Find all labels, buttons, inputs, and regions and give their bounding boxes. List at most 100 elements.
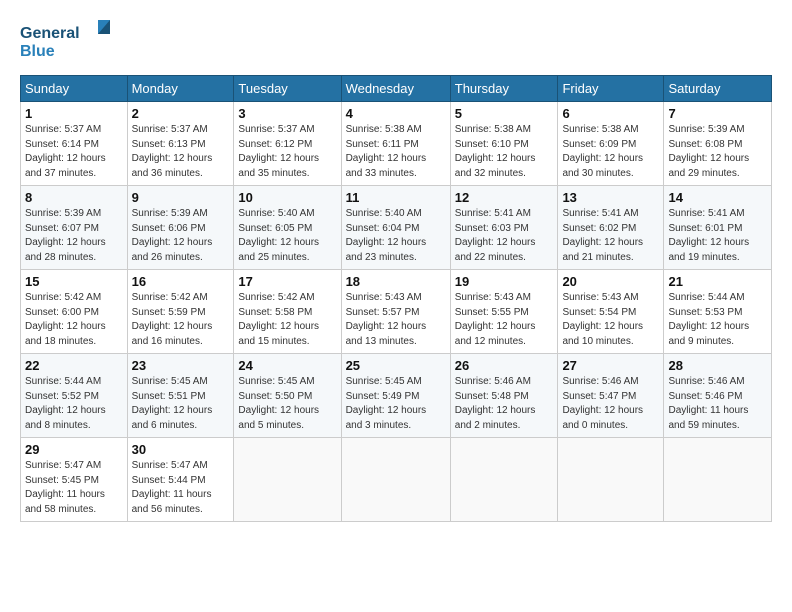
day-info: Sunrise: 5:45 AM Sunset: 5:49 PM Dayligh… xyxy=(346,375,446,433)
day-number: 22 xyxy=(25,358,123,373)
weekday-header-saturday: Saturday xyxy=(664,76,772,102)
day-info: Sunrise: 5:39 AM Sunset: 6:07 PM Dayligh… xyxy=(25,207,123,265)
calendar-cell: 4 Sunrise: 5:38 AM Sunset: 6:11 PM Daylig… xyxy=(341,102,450,186)
calendar-cell: 8Sunrise: 5:39 AM Sunset: 6:07 PM Daylig… xyxy=(21,186,128,270)
day-info: Sunrise: 5:46 AM Sunset: 5:46 PM Dayligh… xyxy=(668,375,767,433)
calendar-cell: 19 Sunrise: 5:43 AM Sunset: 5:55 PM Dayli… xyxy=(450,270,558,354)
day-info: Sunrise: 5:40 AM Sunset: 6:05 PM Dayligh… xyxy=(238,207,336,265)
day-info: Sunrise: 5:38 AM Sunset: 6:11 PM Dayligh… xyxy=(346,123,446,181)
day-number: 5 xyxy=(455,106,554,121)
calendar-cell xyxy=(450,438,558,522)
calendar-cell: 10 Sunrise: 5:40 AM Sunset: 6:05 PM Dayli… xyxy=(234,186,341,270)
day-info: Sunrise: 5:43 AM Sunset: 5:54 PM Dayligh… xyxy=(562,291,659,349)
svg-text:Blue: Blue xyxy=(20,43,55,60)
day-info: Sunrise: 5:39 AM Sunset: 6:06 PM Dayligh… xyxy=(132,207,230,265)
day-number: 15 xyxy=(25,274,123,289)
calendar-cell: 5 Sunrise: 5:38 AM Sunset: 6:10 PM Daylig… xyxy=(450,102,558,186)
calendar-cell: 23 Sunrise: 5:45 AM Sunset: 5:51 PM Dayli… xyxy=(127,354,234,438)
day-info: Sunrise: 5:45 AM Sunset: 5:51 PM Dayligh… xyxy=(132,375,230,433)
day-info: Sunrise: 5:41 AM Sunset: 6:01 PM Dayligh… xyxy=(668,207,767,265)
day-number: 14 xyxy=(668,190,767,205)
calendar-cell: 1 Sunrise: 5:37 AM Sunset: 6:14 PM Daylig… xyxy=(21,102,128,186)
calendar-table: SundayMondayTuesdayWednesdayThursdayFrid… xyxy=(20,75,772,522)
calendar-cell: 15Sunrise: 5:42 AM Sunset: 6:00 PM Dayli… xyxy=(21,270,128,354)
calendar-cell xyxy=(234,438,341,522)
calendar-cell: 9 Sunrise: 5:39 AM Sunset: 6:06 PM Daylig… xyxy=(127,186,234,270)
calendar-cell: 21Sunrise: 5:44 AM Sunset: 5:53 PM Dayli… xyxy=(664,270,772,354)
day-number: 16 xyxy=(132,274,230,289)
day-info: Sunrise: 5:37 AM Sunset: 6:12 PM Dayligh… xyxy=(238,123,336,181)
day-number: 23 xyxy=(132,358,230,373)
day-number: 2 xyxy=(132,106,230,121)
calendar-cell: 11 Sunrise: 5:40 AM Sunset: 6:04 PM Dayli… xyxy=(341,186,450,270)
day-number: 10 xyxy=(238,190,336,205)
calendar-cell: 24 Sunrise: 5:45 AM Sunset: 5:50 PM Dayli… xyxy=(234,354,341,438)
day-info: Sunrise: 5:42 AM Sunset: 5:59 PM Dayligh… xyxy=(132,291,230,349)
calendar-cell: 12 Sunrise: 5:41 AM Sunset: 6:03 PM Dayli… xyxy=(450,186,558,270)
weekday-header-friday: Friday xyxy=(558,76,664,102)
calendar-cell: 17Sunrise: 5:42 AM Sunset: 5:58 PM Dayli… xyxy=(234,270,341,354)
day-info: Sunrise: 5:39 AM Sunset: 6:08 PM Dayligh… xyxy=(668,123,767,181)
day-number: 21 xyxy=(668,274,767,289)
day-number: 30 xyxy=(132,442,230,457)
calendar-cell xyxy=(341,438,450,522)
day-info: Sunrise: 5:37 AM Sunset: 6:14 PM Dayligh… xyxy=(25,123,123,181)
day-number: 4 xyxy=(346,106,446,121)
logo: General Blue xyxy=(20,18,110,63)
calendar-cell: 2 Sunrise: 5:37 AM Sunset: 6:13 PM Daylig… xyxy=(127,102,234,186)
day-info: Sunrise: 5:43 AM Sunset: 5:55 PM Dayligh… xyxy=(455,291,554,349)
day-number: 29 xyxy=(25,442,123,457)
weekday-header-thursday: Thursday xyxy=(450,76,558,102)
weekday-header-wednesday: Wednesday xyxy=(341,76,450,102)
day-number: 12 xyxy=(455,190,554,205)
day-number: 7 xyxy=(668,106,767,121)
day-number: 11 xyxy=(346,190,446,205)
day-info: Sunrise: 5:38 AM Sunset: 6:10 PM Dayligh… xyxy=(455,123,554,181)
day-number: 28 xyxy=(668,358,767,373)
weekday-header-tuesday: Tuesday xyxy=(234,76,341,102)
day-info: Sunrise: 5:46 AM Sunset: 5:48 PM Dayligh… xyxy=(455,375,554,433)
day-info: Sunrise: 5:40 AM Sunset: 6:04 PM Dayligh… xyxy=(346,207,446,265)
calendar-cell: 27 Sunrise: 5:46 AM Sunset: 5:47 PM Dayli… xyxy=(558,354,664,438)
calendar-cell xyxy=(664,438,772,522)
page-header: General Blue xyxy=(20,18,772,63)
day-info: Sunrise: 5:38 AM Sunset: 6:09 PM Dayligh… xyxy=(562,123,659,181)
day-info: Sunrise: 5:45 AM Sunset: 5:50 PM Dayligh… xyxy=(238,375,336,433)
calendar-cell: 26Sunrise: 5:46 AM Sunset: 5:48 PM Dayli… xyxy=(450,354,558,438)
day-info: Sunrise: 5:41 AM Sunset: 6:03 PM Dayligh… xyxy=(455,207,554,265)
calendar-cell: 20 Sunrise: 5:43 AM Sunset: 5:54 PM Dayli… xyxy=(558,270,664,354)
calendar-cell: 13 Sunrise: 5:41 AM Sunset: 6:02 PM Dayli… xyxy=(558,186,664,270)
day-info: Sunrise: 5:41 AM Sunset: 6:02 PM Dayligh… xyxy=(562,207,659,265)
day-info: Sunrise: 5:46 AM Sunset: 5:47 PM Dayligh… xyxy=(562,375,659,433)
weekday-header-sunday: Sunday xyxy=(21,76,128,102)
day-number: 18 xyxy=(346,274,446,289)
day-number: 27 xyxy=(562,358,659,373)
day-info: Sunrise: 5:47 AM Sunset: 5:45 PM Dayligh… xyxy=(25,459,123,517)
day-number: 24 xyxy=(238,358,336,373)
day-info: Sunrise: 5:37 AM Sunset: 6:13 PM Dayligh… xyxy=(132,123,230,181)
day-number: 6 xyxy=(562,106,659,121)
calendar-cell: 7 Sunrise: 5:39 AM Sunset: 6:08 PM Daylig… xyxy=(664,102,772,186)
calendar-cell: 6 Sunrise: 5:38 AM Sunset: 6:09 PM Daylig… xyxy=(558,102,664,186)
logo-svg: General Blue xyxy=(20,18,110,63)
calendar-cell: 16 Sunrise: 5:42 AM Sunset: 5:59 PM Dayli… xyxy=(127,270,234,354)
day-number: 19 xyxy=(455,274,554,289)
day-number: 9 xyxy=(132,190,230,205)
calendar-cell: 14 Sunrise: 5:41 AM Sunset: 6:01 PM Dayli… xyxy=(664,186,772,270)
calendar-cell: 25 Sunrise: 5:45 AM Sunset: 5:49 PM Dayli… xyxy=(341,354,450,438)
calendar-cell: 30 Sunrise: 5:47 AM Sunset: 5:44 PM Dayli… xyxy=(127,438,234,522)
calendar-cell: 22 Sunrise: 5:44 AM Sunset: 5:52 PM Dayli… xyxy=(21,354,128,438)
day-info: Sunrise: 5:43 AM Sunset: 5:57 PM Dayligh… xyxy=(346,291,446,349)
day-number: 20 xyxy=(562,274,659,289)
calendar-cell: 28 Sunrise: 5:46 AM Sunset: 5:46 PM Dayli… xyxy=(664,354,772,438)
day-number: 25 xyxy=(346,358,446,373)
calendar-cell: 29 Sunrise: 5:47 AM Sunset: 5:45 PM Dayli… xyxy=(21,438,128,522)
calendar-cell: 18 Sunrise: 5:43 AM Sunset: 5:57 PM Dayli… xyxy=(341,270,450,354)
svg-text:General: General xyxy=(20,25,80,42)
calendar-cell xyxy=(558,438,664,522)
day-number: 1 xyxy=(25,106,123,121)
day-info: Sunrise: 5:44 AM Sunset: 5:52 PM Dayligh… xyxy=(25,375,123,433)
day-info: Sunrise: 5:47 AM Sunset: 5:44 PM Dayligh… xyxy=(132,459,230,517)
day-number: 17 xyxy=(238,274,336,289)
day-number: 13 xyxy=(562,190,659,205)
